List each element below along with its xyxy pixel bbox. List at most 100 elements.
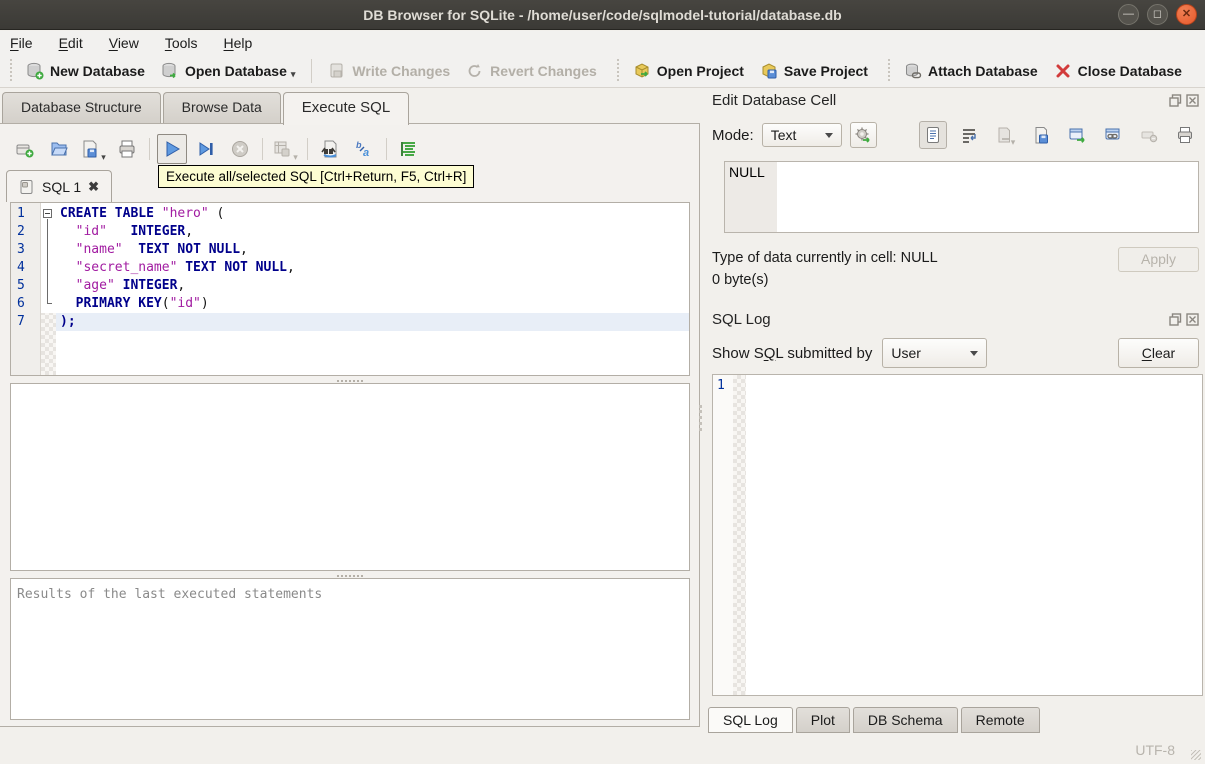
open-sql-file-button[interactable] xyxy=(44,134,74,164)
encoding-indicator[interactable]: UTF-8 xyxy=(1135,742,1175,758)
import-gear-icon xyxy=(855,127,870,143)
clear-log-button[interactable]: Clear xyxy=(1118,338,1199,368)
mode-combobox[interactable]: Text xyxy=(761,123,842,147)
right-dock-area: Edit Database Cell Mode: Text ▾ NULL Typ… xyxy=(706,90,1205,733)
code-area[interactable]: CREATE TABLE "hero" ( "id" INTEGER, "nam… xyxy=(56,203,689,375)
cell-value-area[interactable] xyxy=(777,162,1198,232)
chevron-down-icon xyxy=(970,350,979,356)
float-dock-icon[interactable] xyxy=(1169,94,1182,107)
replace-button[interactable]: ba xyxy=(349,134,379,164)
tab-execute-sql[interactable]: Execute SQL xyxy=(282,92,410,125)
set-null-icon xyxy=(1141,131,1158,143)
set-null-button[interactable] xyxy=(1135,121,1163,149)
code-line[interactable]: PRIMARY KEY("id") xyxy=(56,295,689,313)
code-line[interactable]: CREATE TABLE "hero" ( xyxy=(56,205,689,223)
execute-tooltip: Execute all/selected SQL [Ctrl+Return, F… xyxy=(158,165,475,188)
toolbar-drag-handle[interactable] xyxy=(885,58,892,83)
menu-edit[interactable]: Edit xyxy=(59,35,83,51)
minimize-button[interactable]: — xyxy=(1118,4,1139,25)
save-sql-dropdown-caret[interactable]: ▾ xyxy=(101,152,106,163)
attach-database-icon xyxy=(904,62,922,80)
sql-1-tab[interactable]: SQL 1 ✖ xyxy=(6,170,113,202)
open-database-dropdown-caret[interactable]: ▾ xyxy=(291,69,296,80)
write-changes-button[interactable]: Write Changes xyxy=(320,58,458,84)
tab-database-structure[interactable]: Database Structure xyxy=(2,92,161,123)
stop-icon xyxy=(232,141,248,157)
main-toolbar: New Database Open Database ▾ Write Chang… xyxy=(0,54,1205,88)
execute-icon xyxy=(166,141,180,157)
format-sql-button[interactable] xyxy=(394,134,424,164)
toolbar-drag-handle[interactable] xyxy=(614,58,621,83)
new-database-button[interactable]: New Database xyxy=(18,58,153,84)
attach-database-button[interactable]: Attach Database xyxy=(896,58,1046,84)
open-in-external-button[interactable] xyxy=(1063,121,1091,149)
toolbar-separator xyxy=(149,138,150,160)
code-line[interactable]: ); xyxy=(56,313,689,331)
toolbar-separator xyxy=(311,58,313,83)
new-sql-tab-button[interactable] xyxy=(10,134,40,164)
new-tab-icon xyxy=(16,144,34,158)
titlebar: DB Browser for SQLite - /home/user/code/… xyxy=(0,0,1205,30)
fold-margin xyxy=(41,203,56,375)
sql-log-dock-header: SQL Log xyxy=(706,309,1205,330)
save-sql-file-button[interactable]: ▾ xyxy=(78,134,108,164)
close-button[interactable]: ✕ xyxy=(1176,4,1197,25)
open-database-icon xyxy=(161,62,179,80)
toolbar-separator xyxy=(307,138,308,160)
find-button[interactable] xyxy=(315,134,345,164)
close-dock-icon[interactable] xyxy=(1186,313,1199,326)
open-database-button[interactable]: Open Database ▾ xyxy=(153,58,303,84)
import-cell-button[interactable]: ▾ xyxy=(991,121,1019,149)
save-file-icon xyxy=(83,140,97,158)
menu-tools[interactable]: Tools xyxy=(165,35,198,51)
save-results-dropdown-caret[interactable]: ▾ xyxy=(293,152,298,163)
mode-label: Mode: xyxy=(712,126,754,144)
maximize-button[interactable]: ◻ xyxy=(1147,4,1168,25)
print-button[interactable] xyxy=(112,134,142,164)
code-line[interactable]: "id" INTEGER, xyxy=(56,223,689,241)
revert-changes-button[interactable]: Revert Changes xyxy=(458,58,605,84)
results-placeholder-text: Results of the last executed statements xyxy=(17,587,323,602)
stop-execution-button[interactable] xyxy=(225,134,255,164)
execute-sql-button[interactable] xyxy=(157,134,187,164)
save-project-button[interactable]: Save Project xyxy=(752,58,876,84)
open-external-icon xyxy=(1069,128,1085,143)
save-cell-icon xyxy=(1035,127,1048,144)
save-results-button[interactable]: ▾ xyxy=(270,134,300,164)
code-line[interactable]: "secret_name" TEXT NOT NULL, xyxy=(56,259,689,277)
find-icon xyxy=(321,140,337,158)
export-cell-button[interactable] xyxy=(1027,121,1055,149)
menu-file[interactable]: File xyxy=(10,35,33,51)
execute-current-line-button[interactable] xyxy=(191,134,221,164)
sql-code-editor[interactable]: 1 2 3 4 5 6 7 CREATE TABLE "hero" ( "id" INTEG… xyxy=(10,202,690,376)
copy-link-button[interactable] xyxy=(1099,121,1127,149)
revert-changes-icon xyxy=(466,62,484,80)
import-data-button[interactable] xyxy=(849,122,877,148)
code-line[interactable]: "age" INTEGER, xyxy=(56,277,689,295)
toolbar-drag-handle[interactable] xyxy=(8,58,14,83)
word-wrap-button[interactable] xyxy=(955,121,983,149)
cell-value-editor[interactable]: NULL xyxy=(724,161,1199,233)
open-project-button[interactable]: Open Project xyxy=(625,58,752,84)
submitted-by-combobox[interactable]: User xyxy=(882,338,988,368)
chevron-down-icon xyxy=(824,132,833,138)
float-dock-icon[interactable] xyxy=(1169,313,1182,326)
sql-log-view[interactable]: 1 xyxy=(712,374,1203,696)
tab-browse-data[interactable]: Browse Data xyxy=(162,92,281,123)
resize-grip-icon[interactable] xyxy=(1191,750,1201,760)
vertical-splitter[interactable] xyxy=(699,405,703,431)
print-cell-button[interactable] xyxy=(1171,121,1199,149)
fold-collapse-marker[interactable] xyxy=(43,209,52,218)
close-database-button[interactable]: Close Database xyxy=(1046,58,1190,84)
menu-help[interactable]: Help xyxy=(224,35,253,51)
text-mode-button[interactable] xyxy=(919,121,947,149)
apply-button[interactable]: Apply xyxy=(1118,247,1199,272)
close-tab-icon[interactable]: ✖ xyxy=(88,179,99,195)
log-text-area[interactable] xyxy=(746,375,1202,695)
code-line[interactable]: "name" TEXT NOT NULL, xyxy=(56,241,689,259)
close-dock-icon[interactable] xyxy=(1186,94,1199,107)
menu-view[interactable]: View xyxy=(109,35,139,51)
window-title: DB Browser for SQLite - /home/user/code/… xyxy=(363,6,842,23)
results-grid-pane[interactable] xyxy=(10,383,690,571)
line-number: 2 xyxy=(17,224,25,239)
